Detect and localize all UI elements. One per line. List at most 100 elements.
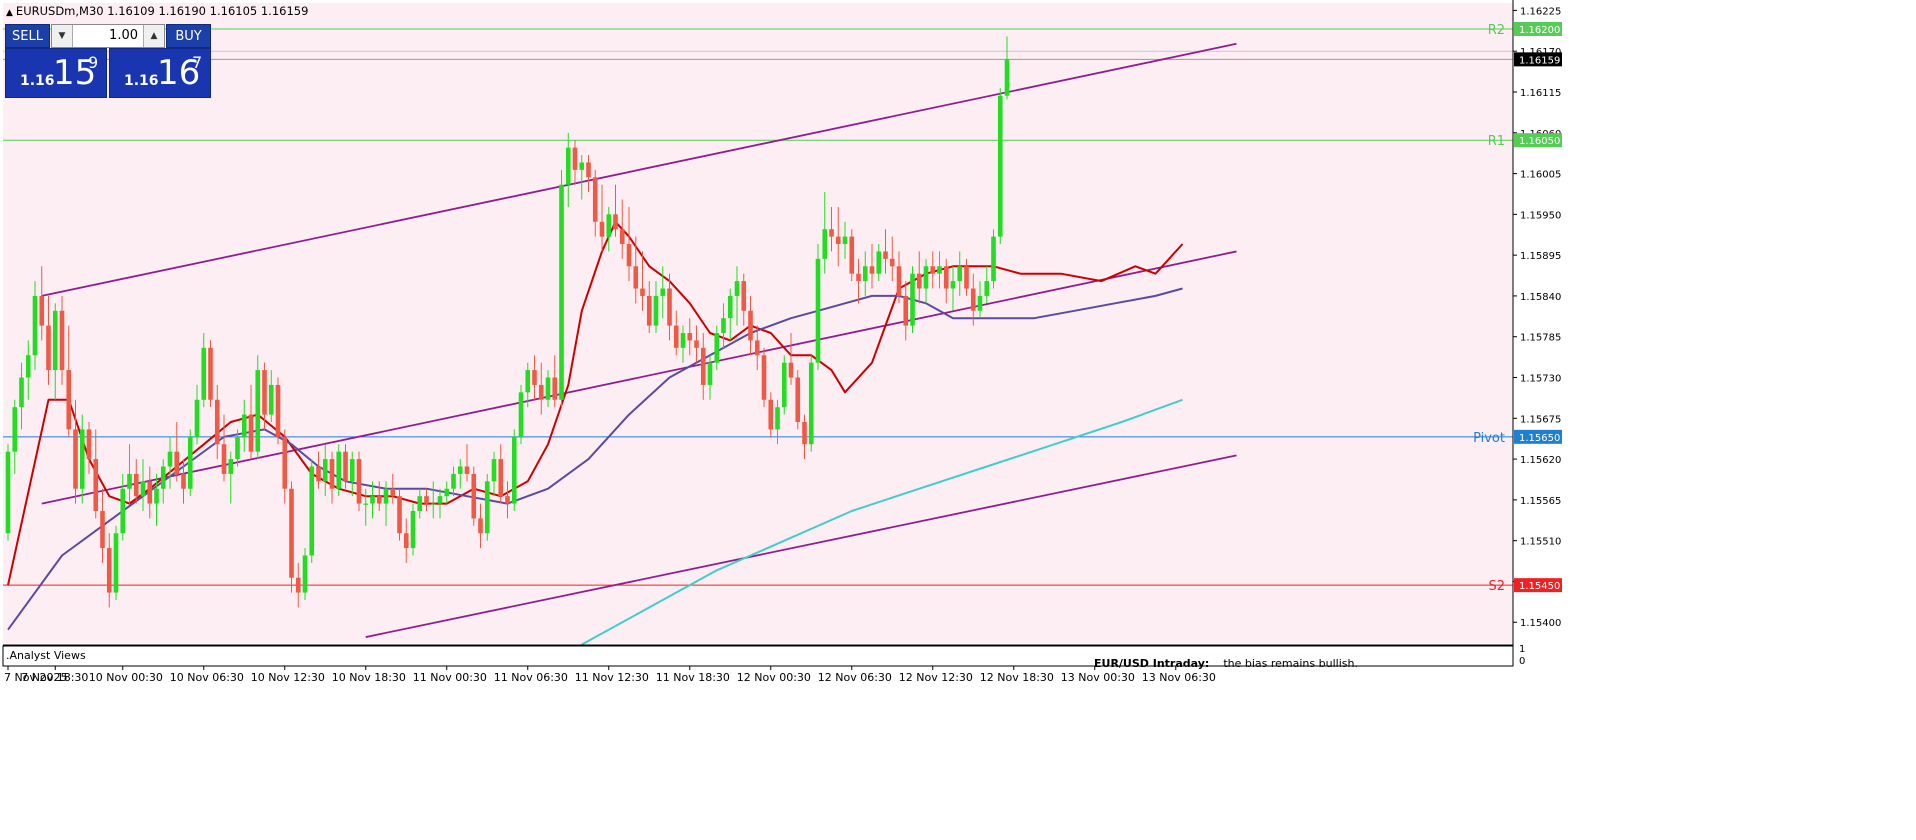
candle-body [174,451,180,474]
time-tick-label: 11 Nov 06:30 [494,671,568,684]
candle-body [626,244,632,267]
candle-body [619,229,625,245]
collapse-triangle-icon[interactable]: ▲ [6,8,13,18]
candle-body [309,466,315,556]
candle-body [140,481,146,497]
bottom-scale-bottom: 0 [1519,656,1525,667]
candle-body [842,236,848,245]
candle-body [950,281,956,289]
candle-body [268,384,274,415]
candle-body [795,377,801,423]
candle-body [19,377,24,408]
candle-body [147,481,153,504]
lot-decrease-icon[interactable]: ▼ [52,25,73,47]
candle-body [970,288,976,311]
candle-body [741,281,747,311]
candle-body [633,266,639,289]
candle-body [370,496,375,504]
candle-body [430,503,436,505]
lot-size-field[interactable]: ▼ 1.00 ▲ [51,24,165,48]
candle-body [106,548,112,593]
candle-body [923,266,929,289]
candle-body [538,384,544,400]
candle-body [640,288,645,296]
candle-body [721,318,726,334]
candle-body [316,466,321,482]
candle-body [93,459,99,511]
candle-body [32,295,38,356]
time-tick-label: 11 Nov 00:30 [413,671,487,684]
lot-size-value[interactable]: 1.00 [72,25,144,47]
candle-body [201,347,207,400]
candle-body [484,481,490,534]
candle-body [464,466,470,474]
candle-body [336,451,342,489]
plot-background [3,3,1513,643]
candle-body [59,310,65,371]
candle-body [208,347,213,400]
candle-body [768,399,774,430]
candle-body [52,310,58,371]
candle-body [39,295,45,326]
buy-button[interactable]: BUY [166,24,211,48]
candle-body [410,510,416,549]
candle-body [991,236,996,282]
candle-body [167,451,173,467]
candle-body [930,266,936,274]
candle-body [187,436,193,489]
time-tick-label: 10 Nov 00:30 [89,671,163,684]
candle-body [343,451,348,482]
candle-body [444,488,450,497]
candle-body [478,518,483,534]
level-name-r1: R1 [1488,134,1505,149]
candle-body [113,533,119,593]
level-tag-value: 1.16050 [1519,136,1560,147]
candle-body [403,533,409,549]
buy-price-button[interactable]: 1.16 16 7 [109,48,211,98]
candle-body [194,399,200,437]
candle-body [329,459,335,489]
candle-body [248,414,254,452]
candle-body [808,362,814,445]
candle-body [383,488,389,504]
sell-price-point: 9 [88,53,99,72]
candle-body [781,362,787,408]
candle-body [437,496,443,504]
time-tick-label: 7 Nov 18:30 [21,671,88,684]
candle-body [748,310,753,341]
candle-body [262,370,267,415]
level-name-s2: S2 [1488,579,1505,594]
candle-body [916,273,922,289]
level-tag-value: 1.15650 [1519,433,1560,444]
candle-body [1004,59,1010,96]
candle-body [599,221,605,237]
candle-body [943,266,949,289]
price-tick-label: 1.15840 [1520,292,1561,303]
candle-body [997,95,1003,237]
lot-increase-icon[interactable]: ▲ [143,25,164,47]
candle-body [694,340,699,348]
candle-body [349,459,355,482]
sell-button[interactable]: SELL [5,24,50,48]
news-text: the bias remains bullish. [1223,657,1358,670]
price-tick-label: 1.16225 [1520,6,1561,17]
candle-body [572,147,578,170]
time-tick-label: 12 Nov 06:30 [818,671,892,684]
price-tick-label: 1.16005 [1520,170,1561,181]
candle-body [862,266,868,282]
candle-body [12,407,18,452]
time-tick-label: 12 Nov 18:30 [980,671,1054,684]
candle-body [424,496,429,504]
candle-body [754,340,760,356]
sell-price-button[interactable]: 1.16 15 9 [5,48,107,98]
time-tick-label: 12 Nov 00:30 [737,671,811,684]
sell-price-prefix: 1.16 [20,73,55,89]
price-tick-label: 1.15565 [1520,496,1561,507]
candle-body [275,384,281,437]
symbol-info: ▲ EURUSDm,M30 1.16109 1.16190 1.16105 1.1… [6,4,308,18]
candle-body [680,333,686,348]
time-tick-label: 11 Nov 18:30 [656,671,730,684]
candle-body [46,325,51,371]
price-tick-label: 1.15950 [1520,210,1561,221]
candle-body [228,459,234,474]
